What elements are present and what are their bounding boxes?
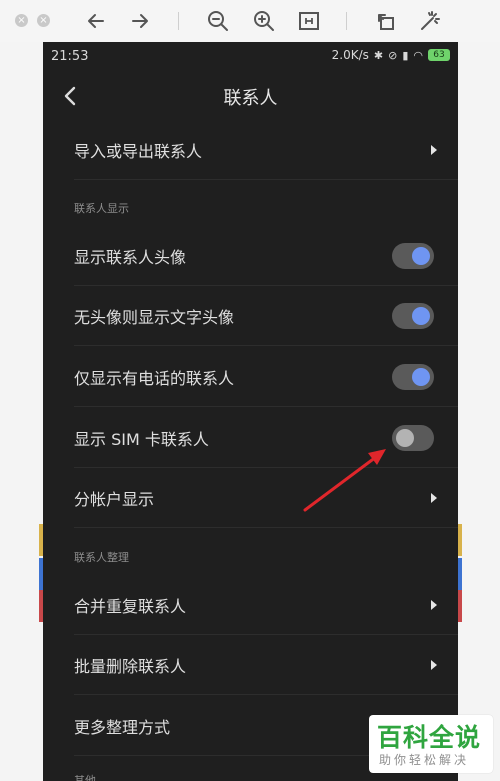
signal-icon: ▮ <box>402 48 409 62</box>
toolbar-divider <box>178 12 179 30</box>
toggle-show-phone-only[interactable] <box>392 364 434 390</box>
row-show-avatar[interactable]: 显示联系人头像 <box>43 226 458 286</box>
chevron-right-icon <box>428 655 440 675</box>
minimize-icon[interactable]: × <box>37 14 50 27</box>
nav-bar: 联系人 <box>43 72 458 124</box>
forward-arrow-icon[interactable] <box>128 9 152 33</box>
wifi-icon: ◠ <box>413 48 423 62</box>
row-show-text-avatar[interactable]: 无头像则显示文字头像 <box>43 286 458 346</box>
right-background-strip <box>458 42 500 781</box>
magic-wand-icon[interactable] <box>418 9 442 33</box>
left-background-strip <box>0 42 43 781</box>
row-show-sim[interactable]: 显示 SIM 卡联系人 <box>43 408 458 468</box>
status-time: 21:53 <box>51 49 89 64</box>
chevron-right-icon <box>428 140 440 160</box>
toggle-knob <box>412 247 430 265</box>
row-label: 批量删除联系人 <box>74 657 187 676</box>
phone-screen: 21:53 2.0K/s ✱ ⊘ ▮ ◠ 63 联系人 导入或导出联系人 联系人… <box>43 42 458 781</box>
toggle-show-avatar[interactable] <box>392 243 434 269</box>
row-label: 更多整理方式 <box>74 718 171 737</box>
row-label: 合并重复联系人 <box>74 597 187 616</box>
row-label: 显示联系人头像 <box>74 248 187 267</box>
toggle-knob <box>412 368 430 386</box>
row-label: 分帐户显示 <box>74 490 155 509</box>
section-header-display: 联系人显示 <box>74 202 129 215</box>
row-account-display[interactable]: 分帐户显示 <box>43 468 458 528</box>
right-accent-bar <box>458 524 462 556</box>
row-show-phone-only[interactable]: 仅显示有电话的联系人 <box>43 347 458 407</box>
bluetooth-icon: ✱ <box>373 48 384 62</box>
watermark-title: 百科全说 <box>377 723 482 752</box>
zoom-in-icon[interactable] <box>252 9 276 33</box>
toggle-knob <box>396 429 414 447</box>
watermark-subtitle: 助你轻松解决 <box>379 753 470 767</box>
viewer-toolbar: × × <box>0 0 500 42</box>
status-bar: 21:53 2.0K/s ✱ ⊘ ▮ ◠ 63 <box>43 42 458 72</box>
section-header-organize: 联系人整理 <box>74 551 129 564</box>
toggle-knob <box>412 307 430 325</box>
mute-icon: ⊘ <box>388 48 398 62</box>
row-batch-delete[interactable]: 批量删除联系人 <box>43 635 458 695</box>
close-icon[interactable]: × <box>15 14 28 27</box>
toggle-show-sim[interactable] <box>392 425 434 451</box>
chevron-right-icon <box>428 595 440 615</box>
back-arrow-icon[interactable] <box>84 9 108 33</box>
chevron-right-icon <box>428 488 440 508</box>
row-label: 仅显示有电话的联系人 <box>74 369 235 388</box>
row-import-export[interactable]: 导入或导出联系人 <box>43 120 458 180</box>
battery-icon: 63 <box>428 49 450 61</box>
zoom-out-icon[interactable] <box>206 9 230 33</box>
status-icons: 2.0K/s ✱ ⊘ ▮ ◠ 63 <box>332 48 450 62</box>
page-title: 联系人 <box>223 88 278 109</box>
watermark-logo: 百科全说 助你轻松解决 <box>369 715 493 773</box>
row-merge-duplicates[interactable]: 合并重复联系人 <box>43 575 458 635</box>
toolbar-divider <box>346 12 347 30</box>
rotate-icon[interactable] <box>374 9 398 33</box>
fit-page-icon[interactable] <box>297 9 321 33</box>
right-accent-bar <box>458 558 462 590</box>
row-label: 导入或导出联系人 <box>74 142 203 161</box>
section-header-other: 其他 <box>74 774 96 781</box>
row-label: 显示 SIM 卡联系人 <box>74 430 209 449</box>
network-speed: 2.0K/s <box>331 48 369 62</box>
row-label: 无头像则显示文字头像 <box>74 308 235 327</box>
toggle-show-text-avatar[interactable] <box>392 303 434 329</box>
right-accent-bar <box>458 590 462 622</box>
